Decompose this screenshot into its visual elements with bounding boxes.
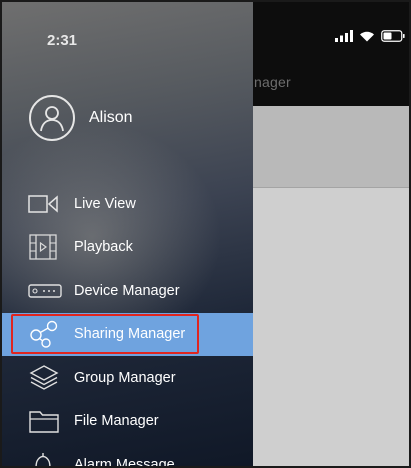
signal-bars-icon (335, 30, 353, 42)
wifi-icon (359, 30, 375, 42)
username: Alison (89, 109, 133, 126)
menu-item-alarm-message[interactable]: Alarm Message (2, 443, 253, 466)
screenshot-frame: nager Alison Live View Playback Device M… (0, 0, 411, 468)
battery-icon (381, 30, 405, 42)
nvr-device-icon (28, 278, 62, 304)
menu-item-label: Group Manager (74, 369, 176, 386)
user-avatar-icon[interactable] (29, 95, 75, 141)
status-icons (335, 30, 405, 42)
menu-item-live-view[interactable]: Live View (2, 182, 253, 226)
menu-item-sharing-manager[interactable]: Sharing Manager (2, 312, 253, 356)
bell-icon (28, 452, 62, 466)
layers-icon (28, 364, 62, 391)
menu-item-group-manager[interactable]: Group Manager (2, 356, 253, 400)
status-time: 2:31 (47, 32, 78, 49)
drawer-menu: Live View Playback Device Manager Sharin… (2, 182, 253, 466)
share-icon (28, 321, 62, 348)
camera-icon (28, 191, 62, 217)
menu-item-label: File Manager (74, 413, 159, 430)
side-drawer: Alison Live View Playback Device Manager… (2, 2, 253, 466)
film-play-icon (28, 234, 62, 260)
menu-item-label: Live View (74, 195, 136, 212)
background-title: nager (254, 74, 291, 90)
menu-item-device-manager[interactable]: Device Manager (2, 269, 253, 313)
menu-item-file-manager[interactable]: File Manager (2, 400, 253, 444)
menu-item-playback[interactable]: Playback (2, 226, 253, 270)
menu-item-label: Sharing Manager (74, 326, 186, 343)
folder-icon (28, 408, 62, 434)
menu-item-label: Device Manager (74, 282, 180, 299)
menu-item-label: Playback (74, 239, 133, 256)
menu-item-label: Alarm Message (74, 456, 175, 466)
user-profile[interactable]: Alison (29, 95, 133, 141)
